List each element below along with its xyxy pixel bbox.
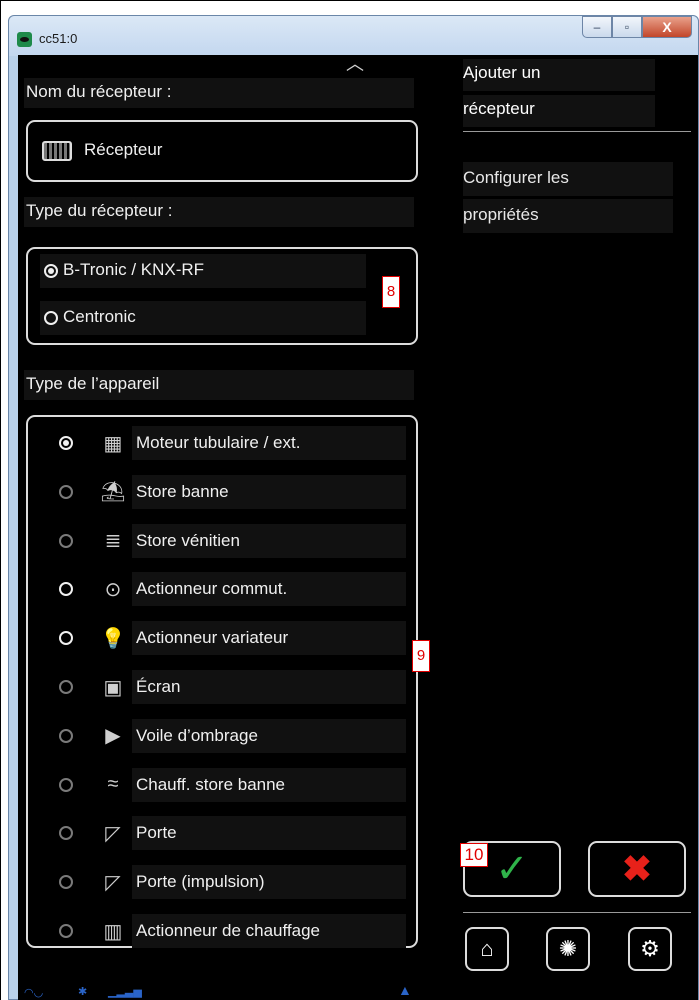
cancel-button[interactable]: ✖ bbox=[588, 841, 686, 897]
door-icon: ◸ bbox=[105, 822, 121, 845]
checkmark-icon: ✓ bbox=[495, 847, 529, 891]
gear-icon: ⚙ bbox=[640, 936, 660, 961]
receivers-button[interactable]: ✺ bbox=[546, 927, 590, 971]
device-radio[interactable] bbox=[59, 728, 73, 743]
window-title: cc51:0 bbox=[39, 31, 78, 46]
device-row[interactable]: ▦ Moteur tubulaire / ext. bbox=[28, 425, 420, 461]
device-row[interactable]: 💡 Actionneur variateur bbox=[28, 620, 420, 656]
annotation-marker-10: 10 bbox=[460, 843, 488, 867]
awning-icon: ⛱ bbox=[100, 481, 126, 504]
settings-button[interactable]: ⚙ bbox=[628, 927, 672, 971]
panel-subtitle-line1: Configurer les bbox=[463, 162, 673, 196]
device-label: Actionneur commut. bbox=[136, 579, 288, 599]
wifi-icon: ◠◡ bbox=[24, 987, 44, 999]
device-row[interactable]: ⊙ Actionneur commut. bbox=[28, 571, 420, 607]
maximize-button[interactable]: ▫ bbox=[612, 16, 642, 38]
device-radio[interactable] bbox=[59, 777, 73, 792]
radio-row-centronic[interactable]: Centronic bbox=[40, 301, 366, 335]
panel-subtitle-line2: propriétés bbox=[463, 199, 673, 233]
scroll-down-arrow-icon[interactable]: ▲ bbox=[398, 982, 412, 998]
page-edge bbox=[0, 0, 1, 1000]
receiver-name-value: Récepteur bbox=[84, 140, 163, 159]
device-radio[interactable] bbox=[59, 484, 73, 499]
shade-sail-icon: ▶ bbox=[105, 725, 121, 748]
device-type-group: 9 ▦ Moteur tubulaire / ext. ⛱ Store banne ≣ S… bbox=[26, 415, 430, 949]
heating-actuator-icon: ▥ bbox=[103, 920, 123, 943]
device-row[interactable]: ≈ Chauff. store banne bbox=[28, 767, 420, 803]
panel-title-line2: récepteur bbox=[463, 95, 655, 127]
radio-btronic[interactable] bbox=[44, 264, 58, 278]
device-radio[interactable] bbox=[59, 582, 73, 597]
receiver-type-label: Type du récepteur : bbox=[24, 197, 414, 227]
radio-centronic[interactable] bbox=[44, 311, 58, 325]
tubular-motor-icon: ▦ bbox=[103, 432, 123, 455]
window-controls: – ▫ X bbox=[582, 16, 692, 44]
device-label: Actionneur variateur bbox=[136, 628, 289, 648]
awning-heater-icon: ≈ bbox=[107, 773, 119, 796]
app-icon bbox=[17, 32, 32, 47]
device-radio[interactable] bbox=[59, 875, 73, 890]
device-row[interactable]: ▣ Écran bbox=[28, 669, 420, 705]
client-area: ︿ Nom du récepteur : Récepteur Type du r… bbox=[18, 55, 698, 1000]
receiver-name-label: Nom du récepteur : bbox=[24, 78, 414, 108]
device-label: Voile d’ombrage bbox=[136, 725, 258, 745]
device-row[interactable]: ▶ Voile d’ombrage bbox=[28, 718, 420, 754]
fan-icon: ✺ bbox=[558, 936, 578, 961]
signal-icon: ▁▂▃▅ bbox=[108, 986, 142, 998]
scroll-up-icon[interactable]: ︿ bbox=[346, 55, 364, 73]
screen-icon: ▣ bbox=[103, 676, 123, 699]
device-row[interactable]: ⛱ Store banne bbox=[28, 474, 420, 510]
page-top-edge bbox=[0, 0, 699, 1]
device-row[interactable]: ≣ Store vénitien bbox=[28, 523, 420, 559]
device-label: Chauff. store banne bbox=[136, 774, 286, 794]
title-divider bbox=[463, 131, 691, 132]
device-radio[interactable] bbox=[59, 826, 73, 841]
device-radio[interactable] bbox=[59, 436, 73, 450]
device-radio[interactable] bbox=[59, 680, 73, 694]
panel-title-line1: Ajouter un bbox=[463, 59, 655, 91]
radio-row-btronic[interactable]: B-Tronic / KNX-RF bbox=[40, 254, 366, 288]
device-label: Moteur tubulaire / ext. bbox=[136, 433, 301, 452]
device-type-label: Type de l’appareil bbox=[24, 370, 414, 400]
home-button[interactable]: ⌂ bbox=[465, 927, 509, 971]
device-row[interactable]: ◸ Porte bbox=[28, 815, 420, 851]
radio-centronic-label: Centronic bbox=[63, 307, 136, 326]
home-icon: ⌂ bbox=[480, 936, 494, 961]
title-bar[interactable]: cc51:0 – ▫ X bbox=[9, 16, 698, 56]
form-panel: ︿ Nom du récepteur : Récepteur Type du r… bbox=[18, 55, 455, 1000]
device-row[interactable]: ◸ Porte (impulsion) bbox=[28, 864, 420, 900]
nav-divider bbox=[463, 912, 691, 913]
device-label: Store banne bbox=[136, 481, 229, 501]
receiver-type-group: B-Tronic / KNX-RF Centronic 8 bbox=[26, 247, 418, 345]
device-label: Porte (impulsion) bbox=[136, 872, 265, 892]
keyboard-icon bbox=[42, 141, 72, 161]
cross-icon: ✖ bbox=[621, 848, 653, 889]
venetian-blind-icon: ≣ bbox=[104, 530, 122, 553]
device-radio[interactable] bbox=[59, 631, 73, 646]
device-label: Porte bbox=[136, 823, 177, 843]
switch-actuator-icon: ⊙ bbox=[104, 578, 122, 601]
device-label: Store vénitien bbox=[136, 530, 240, 550]
door-impulse-icon: ◸ bbox=[105, 871, 121, 894]
close-button[interactable]: X bbox=[642, 16, 692, 38]
device-label: Actionneur de chauffage bbox=[136, 921, 320, 940]
device-label: Écran bbox=[136, 677, 181, 696]
dimmer-bulb-icon: 💡 bbox=[100, 627, 126, 650]
device-radio[interactable] bbox=[59, 533, 73, 548]
receiver-name-field[interactable]: Récepteur bbox=[26, 120, 418, 182]
minimize-button[interactable]: – bbox=[582, 16, 612, 38]
status-bar: ◠◡ ▁▂▃▅ ✱ ▲ bbox=[18, 982, 455, 1000]
info-panel: Ajouter un récepteur Configurer les prop… bbox=[455, 55, 698, 1000]
device-radio[interactable] bbox=[59, 924, 73, 938]
bluetooth-icon: ✱ bbox=[78, 986, 88, 998]
radio-btronic-label: B-Tronic / KNX-RF bbox=[63, 260, 205, 279]
annotation-marker-8: 8 bbox=[382, 276, 400, 308]
device-row[interactable]: ▥ Actionneur de chauffage bbox=[28, 913, 420, 949]
